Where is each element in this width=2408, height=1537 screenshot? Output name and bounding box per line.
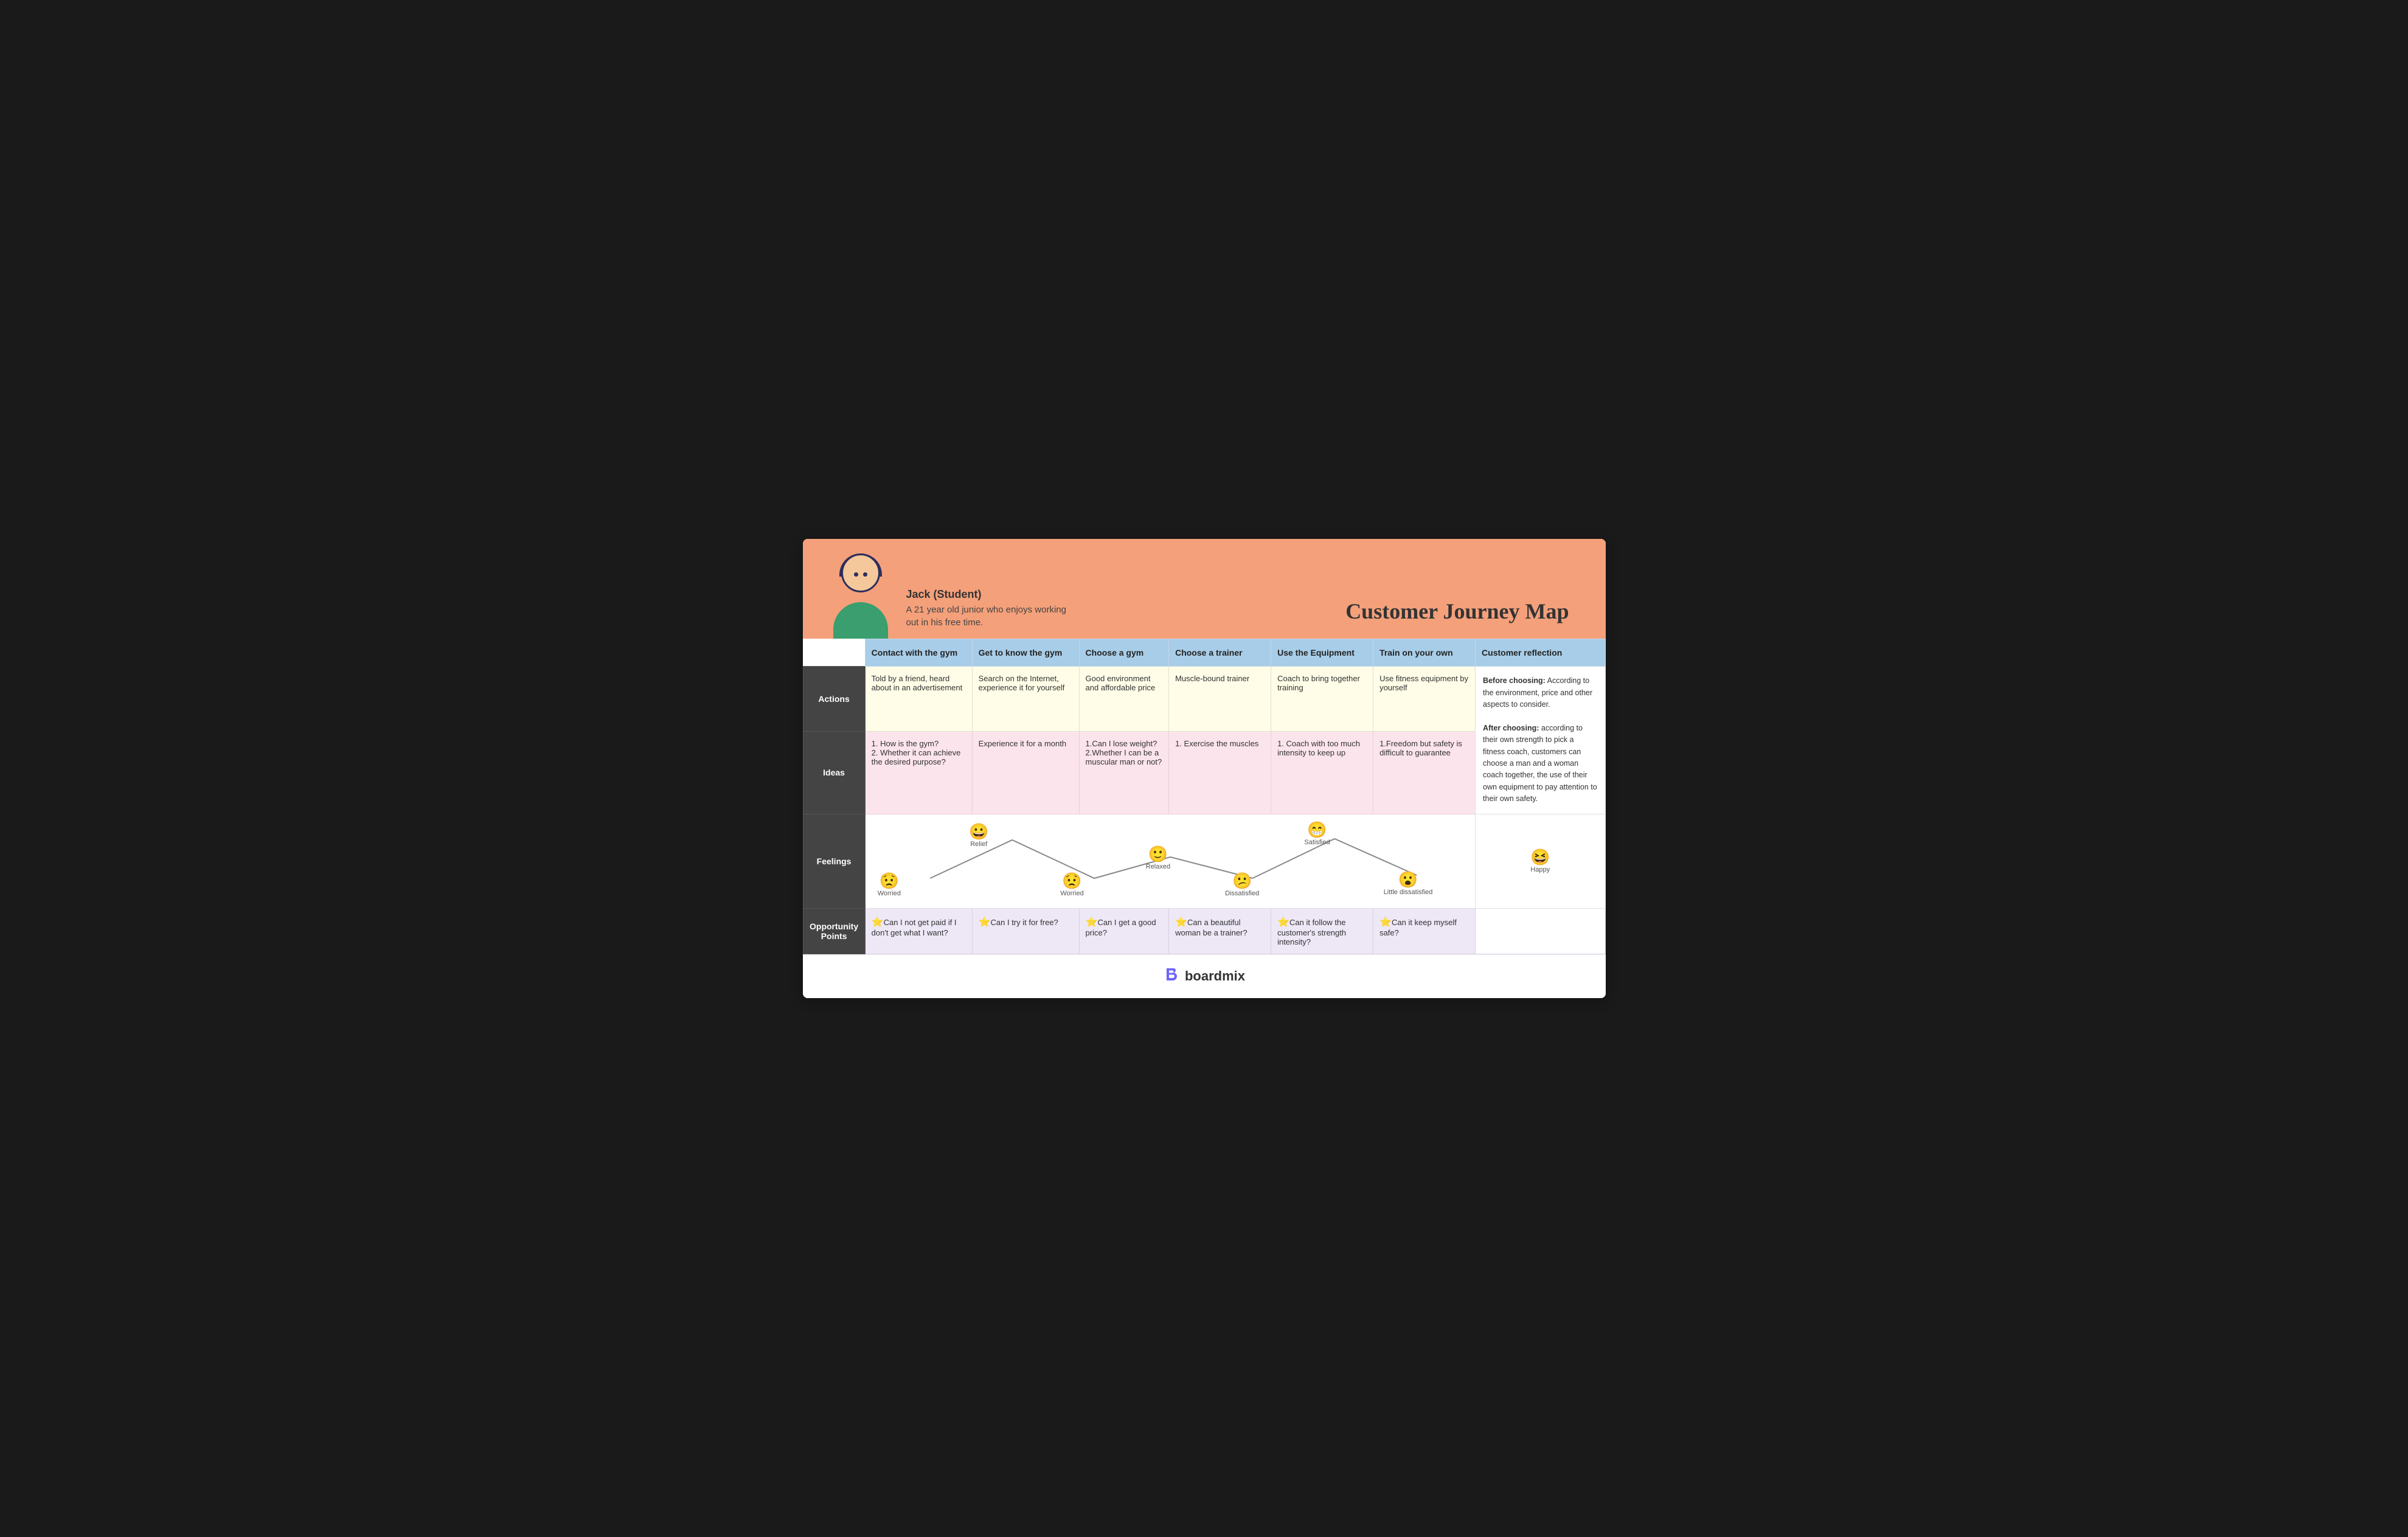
actions-choose-trainer: Muscle-bound trainer bbox=[1169, 667, 1271, 732]
brand-name: boardmix bbox=[1185, 968, 1245, 984]
opportunity-row: Opportunity Points ⭐Can I not get paid i… bbox=[803, 908, 1605, 954]
actions-equipment: Coach to bring together training bbox=[1271, 667, 1373, 732]
feeling-worried-2: 😟 Worried bbox=[1060, 873, 1083, 897]
opp-choose-gym: ⭐Can I get a good price? bbox=[1079, 908, 1169, 954]
journey-table: Contact with the gym Get to know the gym… bbox=[803, 639, 1606, 954]
page-wrapper: Jack (Student) A 21 year old junior who … bbox=[803, 539, 1606, 997]
feeling-worried-1: 😟 Worried bbox=[878, 873, 901, 897]
actions-row: Actions Told by a friend, heard about in… bbox=[803, 667, 1605, 732]
ideas-label: Ideas bbox=[803, 731, 865, 814]
journey-map: Contact with the gym Get to know the gym… bbox=[803, 639, 1606, 954]
actions-know: Search on the Internet, experience it fo… bbox=[972, 667, 1079, 732]
opp-know: ⭐Can I try it for free? bbox=[972, 908, 1079, 954]
actions-contact: Told by a friend, heard about in an adve… bbox=[865, 667, 972, 732]
col-header-choose-gym: Choose a gym bbox=[1079, 639, 1169, 667]
reflection-cell: Before choosing: According to the enviro… bbox=[1476, 667, 1605, 814]
feelings-row: Feelings bbox=[803, 814, 1605, 908]
header: Jack (Student) A 21 year old junior who … bbox=[803, 539, 1606, 639]
ideas-choose-gym: 1.Can I lose weight?2.Whether I can be a… bbox=[1079, 731, 1169, 814]
opportunity-label: Opportunity Points bbox=[803, 908, 865, 954]
page-title: Customer Journey Map bbox=[1345, 598, 1569, 624]
feeling-little-dissatisfied: 😮 Little dissatisfied bbox=[1384, 872, 1433, 896]
column-headers: Contact with the gym Get to know the gym… bbox=[803, 639, 1605, 667]
feeling-relaxed: 🙂 Relaxed bbox=[1146, 846, 1170, 870]
actions-choose-gym: Good environment and affordable price bbox=[1079, 667, 1169, 732]
ideas-equipment: 1. Coach with too much intensity to keep… bbox=[1271, 731, 1373, 814]
col-header-know: Get to know the gym bbox=[972, 639, 1079, 667]
actions-label: Actions bbox=[803, 667, 865, 732]
ideas-choose-trainer: 1. Exercise the muscles bbox=[1169, 731, 1271, 814]
empty-header bbox=[803, 639, 865, 667]
avatar bbox=[827, 553, 894, 639]
col-header-reflection: Customer reflection bbox=[1476, 639, 1605, 667]
col-header-train-own: Train on your own bbox=[1373, 639, 1476, 667]
opp-equipment: ⭐Can it follow the customer's strength i… bbox=[1271, 908, 1373, 954]
feeling-dissatisfied: 😕 Dissatisfied bbox=[1225, 873, 1259, 897]
feelings-reflection: 😆 Happy bbox=[1476, 814, 1605, 908]
opp-reflection bbox=[1476, 908, 1605, 954]
feeling-satisfied: 😁 Satisfied bbox=[1304, 822, 1330, 846]
feelings-chart-area: 😟 Worried 😀 Relief 😟 bbox=[865, 814, 1475, 908]
col-header-choose-trainer: Choose a trainer bbox=[1169, 639, 1271, 667]
logo-icon bbox=[1163, 966, 1180, 987]
ideas-train-own: 1.Freedom but safety is difficult to gua… bbox=[1373, 731, 1476, 814]
col-header-contact: Contact with the gym bbox=[865, 639, 972, 667]
opp-train-own: ⭐Can it keep myself safe? bbox=[1373, 908, 1476, 954]
opp-contact: ⭐Can I not get paid if I don't get what … bbox=[865, 908, 972, 954]
feelings-label: Feelings bbox=[803, 814, 865, 908]
opp-choose-trainer: ⭐Can a beautiful woman be a trainer? bbox=[1169, 908, 1271, 954]
ideas-know: Experience it for a month bbox=[972, 731, 1079, 814]
feeling-relief: 😀 Relief bbox=[969, 824, 988, 848]
col-header-equipment: Use the Equipment bbox=[1271, 639, 1373, 667]
actions-train-own: Use fitness equipment by yourself bbox=[1373, 667, 1476, 732]
footer: boardmix bbox=[803, 954, 1606, 998]
ideas-contact: 1. How is the gym?2. Whether it can achi… bbox=[865, 731, 972, 814]
